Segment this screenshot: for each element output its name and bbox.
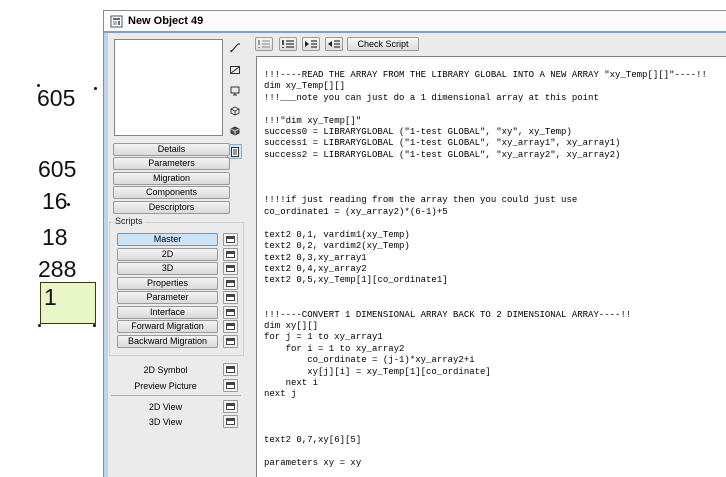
master-script-button[interactable]: Master	[117, 233, 218, 246]
open-backward-migration-window-button[interactable]	[223, 335, 238, 348]
parameters-button[interactable]: Parameters	[113, 157, 230, 170]
wireframe-cube-icon[interactable]	[227, 103, 242, 118]
hotspot-pencil-icon[interactable]	[227, 40, 242, 55]
window-icon	[226, 309, 235, 316]
interface-script-button[interactable]: Interface	[117, 306, 218, 319]
2d-view-label: 2D View	[148, 402, 183, 412]
details-button[interactable]: Details	[113, 143, 230, 156]
plan-text-value: 16	[42, 188, 68, 214]
window-icon	[226, 280, 235, 287]
open-master-window-button[interactable]	[223, 233, 238, 246]
plan-text-value: 18	[42, 224, 68, 250]
open-2d-view-window-button[interactable]	[223, 400, 238, 413]
script-editor[interactable]: !!!----READ THE ARRAY FROM THE LIBRARY G…	[256, 56, 726, 477]
open-2d-window-button[interactable]	[223, 248, 238, 261]
monitor-icon[interactable]	[227, 83, 242, 98]
open-parameter-window-button[interactable]	[223, 291, 238, 304]
plan-rectangle[interactable]: 1	[40, 282, 96, 324]
uncomment-lines-icon	[282, 40, 294, 48]
window-titlebar[interactable]: New Object 49	[104, 11, 726, 31]
script-code[interactable]: !!!----READ THE ARRAY FROM THE LIBRARY G…	[264, 70, 726, 469]
indent-left-icon	[328, 40, 340, 48]
open-3d-window-button[interactable]	[223, 262, 238, 275]
open-properties-window-button[interactable]	[223, 277, 238, 290]
window-icon	[226, 236, 235, 243]
open-3d-view-window-button[interactable]	[223, 415, 238, 428]
window-title: New Object 49	[128, 15, 204, 27]
window-icon	[226, 366, 235, 373]
preview-picture-label: Preview Picture	[134, 381, 197, 391]
parameter-script-button[interactable]: Parameter	[117, 291, 218, 304]
slashed-rectangle-icon[interactable]	[227, 62, 242, 77]
titlebar-accent	[104, 31, 726, 33]
scripts-group-label: Scripts	[113, 216, 145, 226]
indent-right-button[interactable]	[302, 37, 320, 51]
properties-script-button[interactable]: Properties	[117, 277, 218, 290]
backward-migration-script-button[interactable]: Backward Migration	[117, 335, 218, 348]
window-icon	[226, 265, 235, 272]
hotspot-dot[interactable]	[38, 324, 41, 327]
descriptors-button[interactable]: Descriptors	[113, 201, 230, 214]
open-interface-window-button[interactable]	[223, 306, 238, 319]
hotspot-dot[interactable]	[93, 324, 96, 327]
2d-symbol-label: 2D Symbol	[143, 365, 188, 375]
screen: 605 605 16 18 288 1 New Object 49 Detail…	[0, 0, 726, 477]
forward-migration-script-button[interactable]: Forward Migration	[117, 320, 218, 333]
solid-cube-icon[interactable]	[227, 123, 242, 138]
comment-lines-button[interactable]	[255, 37, 273, 51]
3d-view-label: 3D View	[148, 417, 183, 427]
components-button[interactable]: Components	[113, 186, 230, 199]
sidebar-divider	[111, 395, 241, 396]
hotspot-dot[interactable]	[94, 87, 97, 90]
gdl-editor-window: New Object 49 Details Parameters Migrati…	[103, 10, 726, 477]
indent-left-button[interactable]	[325, 37, 343, 51]
open-forward-migration-window-button[interactable]	[223, 320, 238, 333]
gdl-object-icon	[110, 15, 123, 28]
window-icon	[226, 251, 235, 258]
open-2d-symbol-window-button[interactable]	[223, 363, 238, 376]
window-icon	[226, 382, 235, 389]
plan-text-value: 605	[37, 85, 76, 111]
3d-script-button[interactable]: 3D	[117, 262, 218, 275]
window-icon	[226, 418, 235, 425]
2d-script-button[interactable]: 2D	[117, 248, 218, 261]
hotspot-dot[interactable]	[37, 84, 40, 87]
window-icon	[226, 294, 235, 301]
hotspot-dot[interactable]	[67, 203, 70, 206]
window-frame-strip	[104, 33, 108, 477]
indent-right-icon	[305, 40, 317, 48]
plan-text-value: 288	[38, 256, 77, 282]
preview-box	[114, 39, 223, 136]
window-icon	[226, 323, 235, 330]
window-icon	[226, 338, 235, 345]
plan-text-value: 1	[44, 284, 57, 310]
plan-text-value: 605	[38, 156, 77, 182]
migration-button[interactable]: Migration	[113, 172, 230, 185]
comment-lines-icon	[258, 40, 270, 48]
check-script-button[interactable]: Check Script	[347, 37, 419, 51]
uncomment-lines-button[interactable]	[279, 37, 297, 51]
window-icon	[226, 403, 235, 410]
open-preview-picture-window-button[interactable]	[223, 379, 238, 392]
